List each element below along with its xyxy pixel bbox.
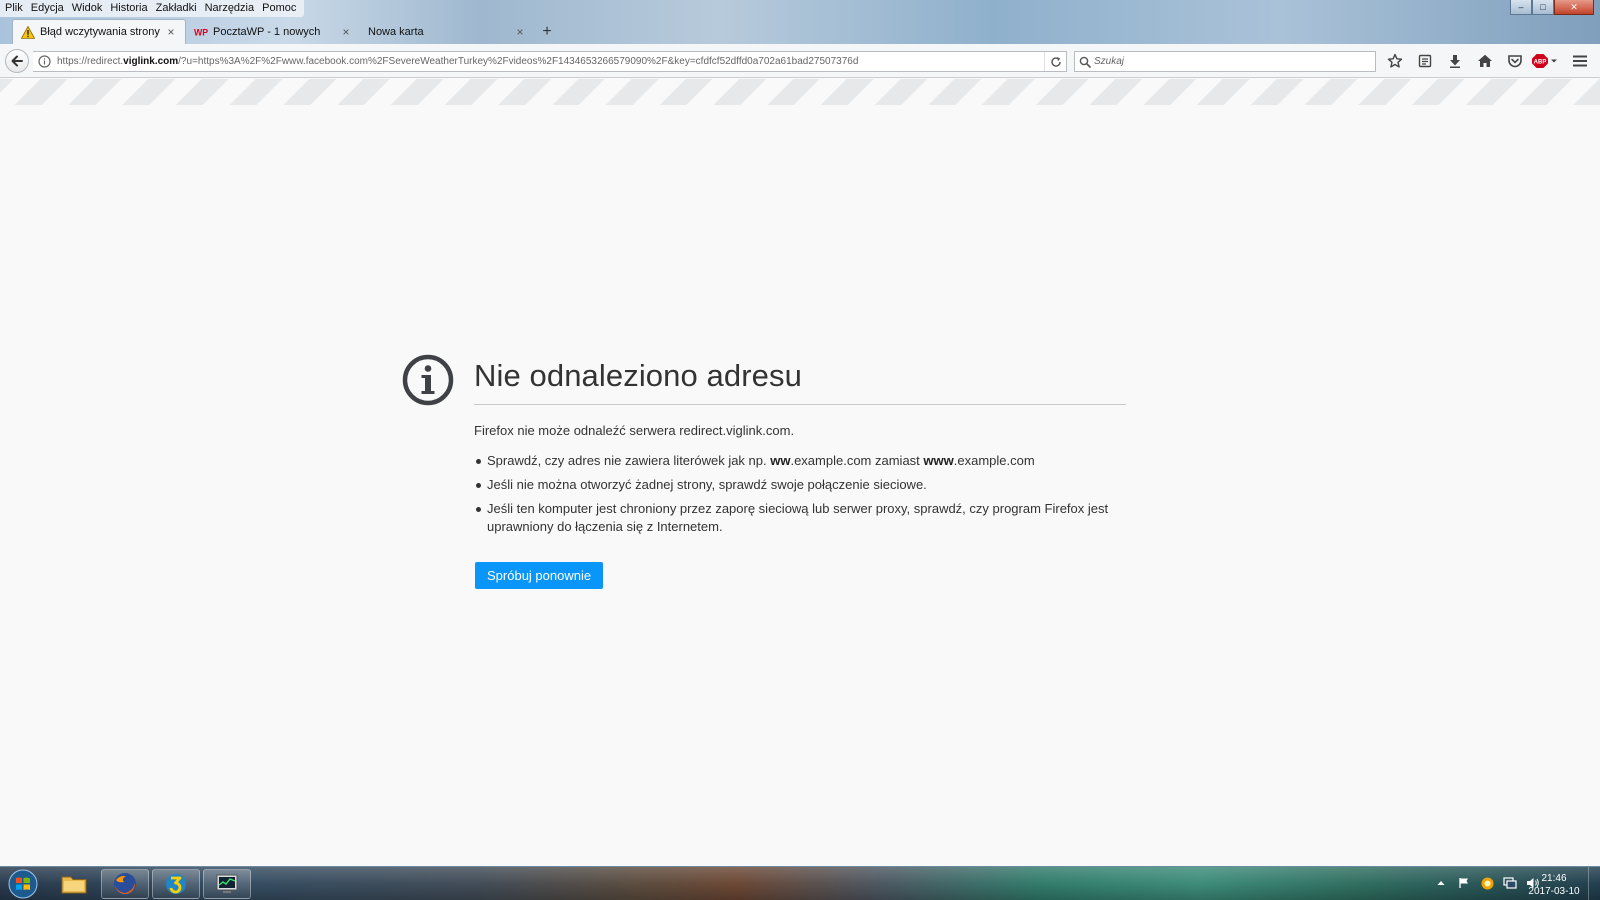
download-icon[interactable] (1440, 49, 1470, 73)
maximize-button[interactable]: □ (1532, 0, 1554, 15)
tab-title: PocztaWP - 1 nowych (213, 25, 321, 38)
pocket-icon[interactable] (1500, 49, 1530, 73)
navigation-toolbar: https://redirect.viglink.com/?u=https%3A… (0, 44, 1600, 78)
tab-close-icon[interactable]: × (514, 25, 526, 39)
hint-typo-bold-ww: ww (770, 453, 791, 468)
error-description: Firefox nie może odnaleźć serwera redire… (474, 423, 795, 438)
clock-date: 2017-03-10 (1528, 886, 1580, 897)
svg-text:WP: WP (194, 27, 208, 37)
hint-typo-middle: .example.com zamiast (790, 453, 924, 468)
hint-firewall: Jeśli ten komputer jest chroniony przez … (474, 500, 1114, 536)
tab-strip: Błąd wczytywania strony × WP PocztaWP - … (12, 19, 560, 44)
network-icon[interactable] (1503, 876, 1517, 890)
title-divider (474, 404, 1126, 405)
window-titlebar: Plik Edycja Widok Historia Zakładki Narz… (0, 0, 1600, 44)
tab-new-tab[interactable]: Nowa karta × (360, 19, 534, 44)
windows-explorer-icon (61, 876, 87, 894)
back-arrow-icon (11, 55, 23, 67)
hamburger-menu-icon (1573, 55, 1587, 67)
action-center-flag-icon[interactable] (1457, 876, 1471, 890)
window-controls: – □ ✕ (1510, 0, 1594, 16)
try-again-button[interactable]: Spróbuj ponownie (475, 562, 604, 589)
search-input[interactable] (1094, 56, 1354, 67)
hint-typo-text: Sprawdź, czy adres nie zawiera literówek… (487, 453, 771, 468)
menu-zakladki[interactable]: Zakładki (152, 0, 201, 17)
url-path: /?u=https%3A%2F%2Fwww.facebook.com%2FSev… (178, 56, 859, 67)
search-bar[interactable] (1074, 51, 1376, 72)
system-clock[interactable]: 21:46 2017-03-10 (1524, 872, 1584, 898)
url-text[interactable]: https://redirect.viglink.com/?u=https%3A… (53, 56, 1044, 67)
reload-button[interactable] (1044, 52, 1066, 71)
app-3-icon (166, 874, 186, 894)
menu-narzedzia[interactable]: Narzędzia (201, 0, 259, 17)
start-button[interactable] (4, 868, 42, 900)
hamburger-menu-button[interactable] (1566, 49, 1594, 73)
menu-widok[interactable]: Widok (68, 0, 107, 17)
adblock-label: ABP (1534, 60, 1547, 66)
tab-title: Nowa karta (368, 25, 424, 38)
menu-bar: Plik Edycja Widok Historia Zakładki Narz… (0, 0, 305, 17)
error-hints-list: Sprawdź, czy adres nie zawiera literówek… (474, 452, 1114, 542)
tab-error-page[interactable]: Błąd wczytywania strony × (12, 19, 186, 44)
tab-title: Błąd wczytywania strony (40, 26, 160, 38)
menu-edycja[interactable]: Edycja (27, 0, 68, 17)
search-icon (1079, 56, 1091, 68)
menu-plik[interactable]: Plik (0, 0, 27, 17)
bookmark-star-icon[interactable] (1380, 49, 1410, 73)
menu-pomoc[interactable]: Pomoc (258, 0, 300, 17)
reading-list-icon[interactable] (1410, 49, 1440, 73)
url-prefix: https://redirect. (57, 56, 124, 67)
adblock-icon[interactable]: ABP (1530, 49, 1560, 73)
hint-network: Jeśli nie można otworzyć żadnej strony, … (474, 476, 1114, 494)
windows-start-icon (8, 869, 38, 899)
toolbar-icons: ABP (1380, 49, 1560, 73)
wp-icon: WP (194, 25, 208, 39)
error-page: Nie odnaleziono adresu Firefox nie może … (0, 105, 1600, 866)
new-tab-button[interactable]: + (534, 19, 560, 44)
hint-typo-bold-www: www (923, 453, 954, 468)
menu-historia[interactable]: Historia (106, 0, 151, 17)
show-desktop-button[interactable] (1588, 867, 1600, 900)
update-icon[interactable] (1480, 876, 1494, 890)
tab-close-icon[interactable]: × (165, 25, 177, 39)
info-icon (402, 354, 454, 406)
task-manager-icon (216, 874, 238, 893)
taskbar: 21:46 2017-03-10 (0, 866, 1600, 900)
address-bar[interactable]: https://redirect.viglink.com/?u=https%3A… (33, 51, 1067, 72)
task-manager-taskbar-button[interactable] (203, 869, 251, 899)
home-icon[interactable] (1470, 49, 1500, 73)
reload-icon (1050, 56, 1061, 67)
tab-poczta-wp[interactable]: WP PocztaWP - 1 nowych × (186, 19, 360, 44)
firefox-icon (114, 873, 136, 895)
clock-time: 21:46 (1541, 873, 1567, 884)
hint-typo: Sprawdź, czy adres nie zawiera literówek… (474, 452, 1114, 470)
explorer-taskbar-button[interactable] (50, 869, 98, 899)
warning-icon (21, 25, 35, 39)
minimize-button[interactable]: – (1510, 0, 1532, 15)
back-button[interactable] (5, 49, 29, 73)
app-3-taskbar-button[interactable] (152, 869, 200, 899)
tray-expand-icon[interactable] (1434, 876, 1448, 890)
offline-stripe-band (0, 79, 1600, 105)
hint-typo-after: .example.com (953, 453, 1035, 468)
tab-close-icon[interactable]: × (340, 25, 352, 39)
error-title: Nie odnaleziono adresu (474, 358, 802, 393)
site-info-icon[interactable] (35, 55, 53, 68)
url-domain: viglink.com (123, 56, 179, 67)
firefox-taskbar-button[interactable] (101, 869, 149, 899)
close-window-button[interactable]: ✕ (1554, 0, 1594, 15)
